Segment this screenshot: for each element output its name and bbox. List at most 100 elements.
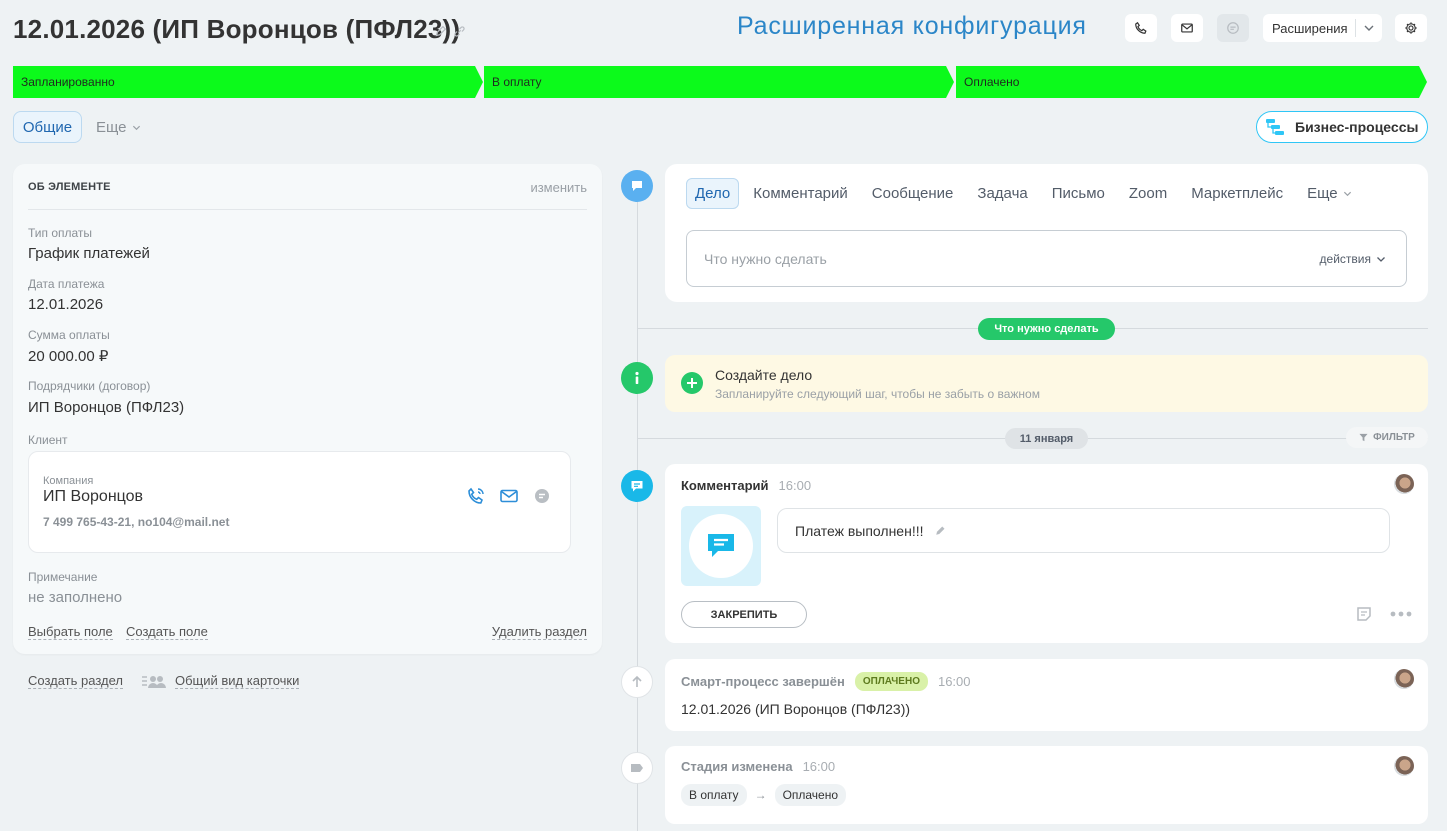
chat-button[interactable]: [1217, 14, 1249, 42]
comment-text: Платеж выполнен!!!: [795, 522, 924, 539]
editor-tab-todo[interactable]: Задача: [977, 185, 1027, 202]
edit-icon[interactable]: [934, 525, 946, 537]
page-title: 12.01.2026 (ИП Воронцов (ПФЛ23)): [13, 14, 461, 44]
delete-section-link[interactable]: Удалить раздел: [491, 624, 587, 640]
stage-change-time: 16:00: [802, 759, 836, 774]
chat-icon[interactable]: [532, 486, 552, 511]
timeline-line: [637, 186, 638, 831]
activity-editor: Дело Комментарий Сообщение Задача Письмо…: [665, 164, 1428, 302]
business-processes-label: Бизнес-процессы: [1295, 119, 1419, 135]
chevron-down-icon: [1343, 191, 1351, 197]
editor-tab-email[interactable]: Письмо: [1052, 185, 1105, 202]
card-view-link[interactable]: Общий вид карточки: [175, 673, 300, 689]
create-task-title: Создайте дело: [715, 367, 813, 383]
arrow-right-icon: →: [754, 788, 767, 802]
phone-icon[interactable]: [466, 486, 486, 511]
filter-button[interactable]: ФИЛЬТР: [1346, 427, 1428, 448]
smart-process-header: Смарт-процесс завершён ОПЛАЧЕНО 16:00: [681, 672, 971, 691]
comment-text-box[interactable]: Платеж выполнен!!!: [777, 508, 1390, 553]
contractors-value[interactable]: ИП Воронцов (ПФЛ23): [28, 399, 184, 416]
smart-process-link[interactable]: 12.01.2026 (ИП Воронцов (ПФЛ23)): [681, 701, 910, 717]
select-field-link[interactable]: Выбрать поле: [28, 624, 113, 640]
plus-icon[interactable]: [681, 372, 703, 394]
editor-tab-more[interactable]: Еще: [1307, 185, 1352, 202]
tab-more[interactable]: Еще: [96, 119, 141, 136]
avatar[interactable]: [1394, 756, 1414, 776]
stage-change-event-card: Стадия изменена 16:00 В оплату → Оплачен…: [665, 746, 1428, 824]
todo-section-pill: Что нужно сделать: [978, 318, 1115, 340]
note-label: Примечание: [28, 570, 98, 584]
editor-tab-comment[interactable]: Комментарий: [753, 185, 847, 202]
contractors-label: Подрядчики (договор): [28, 379, 151, 393]
timeline-info-icon: [621, 362, 653, 394]
editor-tab-marketplace[interactable]: Маркетплейс: [1191, 185, 1283, 202]
extensions-dropdown[interactable]: Расширения: [1263, 14, 1382, 42]
editor-tab-more-label: Еще: [1307, 185, 1338, 202]
chevron-down-icon[interactable]: [1356, 22, 1382, 34]
company-contacts: 7 499 765-43-21, no104@mail.net: [43, 515, 230, 529]
info-icon: [635, 371, 639, 384]
timeline-complete-icon: [621, 666, 653, 698]
timeline-activity-icon: [621, 170, 653, 202]
stage-to-payment[interactable]: В оплату: [484, 66, 954, 98]
create-task-subtitle: Запланируйте следующий шаг, чтобы не заб…: [715, 387, 1040, 401]
date-pill: 11 января: [1005, 428, 1088, 449]
editor-tab-task[interactable]: Дело: [686, 178, 740, 209]
status-badge: ОПЛАЧЕНО: [854, 672, 928, 691]
extensions-label: Расширения: [1272, 20, 1348, 36]
chevron-down-icon: [132, 125, 140, 131]
editor-tab-zoom[interactable]: Zoom: [1129, 185, 1167, 202]
note-icon[interactable]: [1356, 606, 1372, 622]
comment-event-card: Комментарий 16:00 Платеж выполнен!!! ЗАК…: [665, 464, 1428, 643]
payment-amount-value: 20 000.00 ₽: [28, 348, 109, 365]
business-processes-button[interactable]: Бизнес-процессы: [1256, 111, 1428, 143]
chevron-down-icon: [1377, 257, 1385, 262]
envelope-icon[interactable]: [499, 486, 519, 511]
avatar[interactable]: [1394, 474, 1414, 494]
change-link[interactable]: изменить: [530, 180, 587, 195]
call-button[interactable]: [1125, 14, 1157, 42]
filter-label: ФИЛЬТР: [1373, 432, 1415, 443]
create-field-link[interactable]: Создать поле: [126, 624, 208, 640]
smart-process-time: 16:00: [937, 674, 971, 689]
stage-to-chip: Оплачено: [774, 784, 847, 806]
card-view-icon: [141, 673, 167, 696]
create-task-card[interactable]: Создайте дело Запланируйте следующий шаг…: [665, 355, 1428, 412]
payment-amount-label: Сумма оплаты: [28, 328, 110, 342]
tag-icon: [631, 764, 643, 772]
avatar[interactable]: [1394, 669, 1414, 689]
tab-more-label: Еще: [96, 119, 127, 136]
todo-input-placeholder: Что нужно сделать: [704, 251, 827, 267]
payment-type-label: Тип оплаты: [28, 226, 93, 240]
create-section-link[interactable]: Создать раздел: [28, 673, 123, 689]
todo-input[interactable]: Что нужно сделать действия: [686, 230, 1407, 287]
company-type-label: Компания: [43, 475, 94, 487]
stage-change-title: Стадия изменена: [681, 759, 793, 774]
settings-button[interactable]: [1395, 14, 1427, 42]
section-heading: ОБ ЭЛЕМЕНТЕ: [28, 181, 111, 193]
email-button[interactable]: [1171, 14, 1203, 42]
smart-process-title: Смарт-процесс завершён: [681, 674, 845, 689]
stage-planned[interactable]: Запланированно: [13, 66, 483, 98]
tab-general[interactable]: Общие: [13, 111, 82, 143]
client-label: Клиент: [28, 433, 68, 447]
edit-icon[interactable]: [434, 25, 447, 43]
client-actions: [466, 486, 552, 511]
comment-icon: [631, 481, 643, 492]
more-icon[interactable]: [1390, 611, 1412, 617]
element-details-card: ОБ ЭЛЕМЕНТЕ изменить Тип оплаты График п…: [13, 164, 602, 654]
client-company-card: Компания ИП Воронцов 7 499 765-43-21, no…: [28, 451, 571, 553]
stage-change-chips: В оплату → Оплачено: [681, 784, 847, 806]
filter-icon: [1359, 433, 1368, 442]
smart-process-event-card: Смарт-процесс завершён ОПЛАЧЕНО 16:00 12…: [665, 659, 1428, 731]
actions-dropdown[interactable]: действия: [1320, 252, 1386, 266]
stage-paid[interactable]: Оплачено: [956, 66, 1427, 98]
comment-title: Комментарий: [681, 478, 769, 493]
editor-tab-message[interactable]: Сообщение: [872, 185, 954, 202]
company-name[interactable]: ИП Воронцов: [43, 488, 143, 506]
pin-button[interactable]: ЗАКРЕПИТЬ: [681, 601, 807, 628]
comment-thumbnail: [681, 506, 761, 586]
configuration-title: Расширенная конфигурация: [737, 12, 1087, 40]
link-icon[interactable]: [453, 25, 466, 43]
chat-icon: [1227, 22, 1239, 34]
